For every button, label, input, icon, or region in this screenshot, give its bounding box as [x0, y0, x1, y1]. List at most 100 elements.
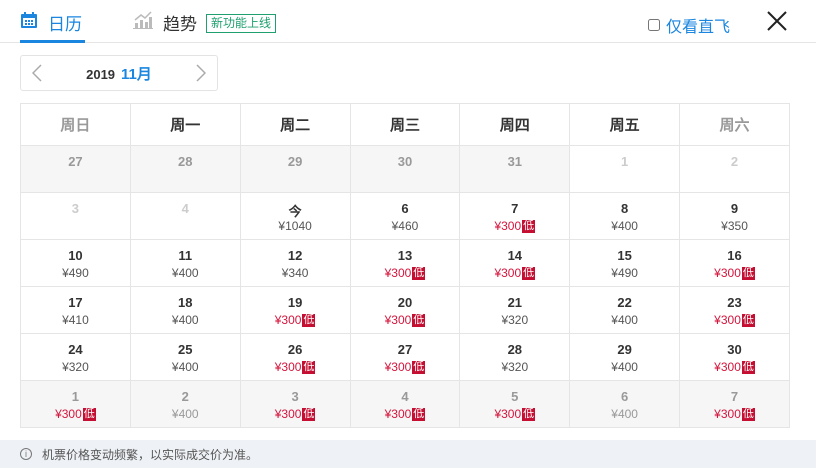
calendar-day-cell[interactable]: 10 ¥490 [20, 239, 131, 287]
calendar-day-cell[interactable]: 2 ¥400 [129, 380, 241, 428]
direct-only-toggle[interactable]: 仅看直飞 [648, 13, 730, 37]
price-value: ¥300 [55, 407, 82, 421]
calendar-day-cell: 30 [349, 145, 461, 193]
tab-trend[interactable]: 趋势 [133, 10, 197, 43]
day-price: ¥490 [21, 266, 130, 280]
day-price: ¥300 低 [680, 407, 789, 421]
day-price: ¥300 低 [680, 313, 789, 327]
calendar-day-cell[interactable]: 6 ¥400 [569, 380, 681, 428]
calendar-day-cell[interactable]: 5 ¥300 低 [459, 380, 571, 428]
day-price: ¥460 [351, 219, 460, 233]
day-number: 5 [511, 389, 519, 404]
day-number: 27 [397, 342, 413, 357]
weekday-header: 周六 [679, 103, 790, 146]
calendar-day-cell[interactable]: 25 ¥400 [129, 333, 241, 381]
day-price: ¥300 低 [351, 313, 460, 327]
calendar-day-cell[interactable]: 18 ¥400 [129, 286, 241, 334]
day-price: ¥300 低 [241, 360, 350, 374]
price-value: ¥1040 [278, 219, 312, 233]
next-month-button[interactable] [185, 56, 217, 90]
calendar-day-cell[interactable]: 16 ¥300 低 [679, 239, 790, 287]
direct-only-checkbox[interactable] [648, 19, 660, 31]
calendar-day-cell[interactable]: 28 ¥320 [459, 333, 571, 381]
lowest-price-badge: 低 [522, 407, 536, 421]
day-price: ¥400 [570, 219, 679, 233]
calendar-day-cell[interactable]: 4 ¥300 低 [349, 380, 461, 428]
lowest-price-badge: 低 [302, 313, 316, 327]
day-number: 30 [397, 154, 413, 169]
price-value: ¥300 [714, 360, 741, 374]
day-number: 15 [617, 248, 632, 263]
day-price [570, 172, 679, 186]
calendar-day-cell[interactable]: 14 ¥300 低 [459, 239, 571, 287]
calendar-day-cell: 27 [20, 145, 131, 193]
calendar-day-cell[interactable]: 9 ¥350 [679, 192, 790, 240]
tab-bar: 日历 趋势 新功能上线 仅看直飞 [0, 0, 816, 43]
calendar-day-cell[interactable]: 17 ¥410 [20, 286, 131, 334]
calendar-day-cell[interactable]: 30 ¥300 低 [679, 333, 790, 381]
calendar-day-cell[interactable]: 20 ¥300 低 [349, 286, 461, 334]
calendar-day-cell[interactable]: 22 ¥400 [569, 286, 681, 334]
calendar-day-cell: 4 [129, 192, 241, 240]
day-number: 9 [730, 201, 739, 216]
day-number: 1 [71, 389, 80, 404]
price-value: ¥340 [281, 266, 309, 280]
price-value: ¥300 [384, 407, 412, 421]
close-icon[interactable] [764, 8, 790, 34]
day-price: ¥300 低 [351, 360, 460, 374]
lowest-price-badge: 低 [412, 407, 426, 421]
price-value: ¥320 [501, 313, 529, 327]
calendar-day-cell[interactable]: 今 ¥1040 [239, 192, 351, 240]
calendar-day-cell: 31 [459, 145, 571, 193]
calendar-day-cell[interactable]: 8 ¥400 [569, 192, 681, 240]
day-price: ¥400 [131, 313, 240, 327]
calendar-day-cell[interactable]: 11 ¥400 [129, 239, 241, 287]
tab-calendar-label: 日历 [48, 15, 82, 34]
day-price: ¥300 低 [241, 407, 350, 421]
day-number: 28 [178, 154, 193, 169]
calendar-day-cell[interactable]: 1 ¥300 低 [20, 380, 131, 428]
day-number: 31 [507, 154, 523, 169]
calendar-day-cell[interactable]: 23 ¥300 低 [679, 286, 790, 334]
calendar-day-cell[interactable]: 3 ¥300 低 [239, 380, 351, 428]
prev-month-button[interactable] [21, 56, 53, 90]
price-value: ¥300 [384, 360, 412, 374]
calendar-day-cell[interactable]: 13 ¥300 低 [349, 239, 461, 287]
weekday-header: 周四 [459, 103, 571, 146]
price-value: ¥400 [611, 219, 638, 233]
calendar-day-cell[interactable]: 7 ¥300 低 [679, 380, 790, 428]
lowest-price-badge: 低 [412, 313, 426, 327]
calendar-day-cell[interactable]: 19 ¥300 低 [239, 286, 351, 334]
lowest-price-badge: 低 [82, 407, 96, 421]
weekday-header: 周三 [349, 103, 461, 146]
day-number: 2 [730, 154, 739, 169]
tab-calendar[interactable]: 日历 [20, 10, 85, 43]
calendar-day-cell[interactable]: 6 ¥460 [349, 192, 461, 240]
day-number: 7 [511, 201, 519, 216]
calendar-day-cell[interactable]: 7 ¥300 低 [459, 192, 571, 240]
calendar-day-cell[interactable]: 26 ¥300 低 [239, 333, 351, 381]
day-price: ¥320 [460, 360, 569, 374]
day-price [21, 172, 130, 186]
day-number: 29 [617, 342, 632, 357]
day-number: 17 [68, 295, 83, 310]
calendar-day-cell[interactable]: 24 ¥320 [20, 333, 131, 381]
calendar-day-cell[interactable]: 29 ¥400 [569, 333, 681, 381]
calendar-day-cell[interactable]: 15 ¥490 [569, 239, 681, 287]
day-number: 27 [68, 154, 83, 169]
lowest-price-badge: 低 [302, 407, 316, 421]
lowest-price-badge: 低 [741, 313, 755, 327]
calendar-day-cell[interactable]: 27 ¥300 低 [349, 333, 461, 381]
day-price: ¥300 低 [680, 266, 789, 280]
calendar-day-cell[interactable]: 21 ¥320 [459, 286, 571, 334]
lowest-price-badge: 低 [412, 266, 426, 280]
calendar-week-row: 3 4 今 ¥1040 6 ¥460 7 ¥300 低 8 ¥400 9 ¥350 [20, 192, 790, 240]
day-number: 28 [507, 342, 523, 357]
day-number: 7 [730, 389, 739, 404]
day-price: ¥300 低 [351, 266, 460, 280]
lowest-price-badge: 低 [741, 266, 755, 280]
day-number: 30 [727, 342, 742, 357]
calendar-day-cell[interactable]: 12 ¥340 [239, 239, 351, 287]
notice-text: 机票价格变动频繁，以实际成交价为准。 [42, 447, 259, 462]
calendar-week-row: 27 28 29 30 31 1 2 [20, 145, 790, 193]
